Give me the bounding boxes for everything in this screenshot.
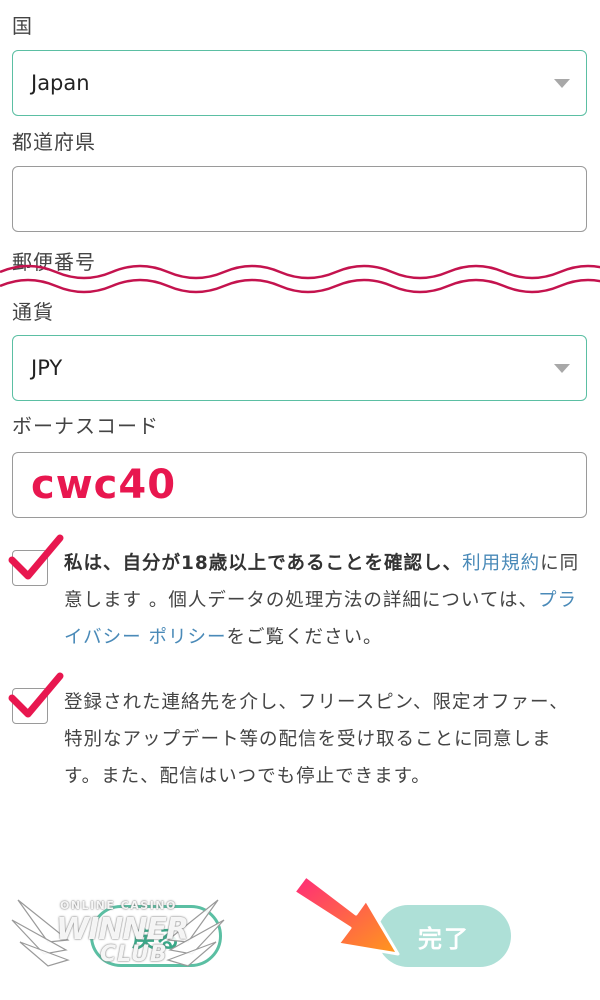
chevron-down-icon xyxy=(554,364,570,373)
age-consent-row: 私は、自分が18歳以上であることを確認し、利用規約に同意します 。個人データの処… xyxy=(8,534,587,660)
bonus-code-value: cwc40 xyxy=(31,462,177,508)
terms-link[interactable]: 利用規約 xyxy=(462,553,540,574)
bonus-code-label: ボーナスコード xyxy=(12,414,159,438)
age-consent-bold: 私は、自分が18歳以上であることを確認し、 xyxy=(64,553,463,574)
logo-top-text: ONLINE CASINO xyxy=(60,899,177,912)
bonus-code-input[interactable]: cwc40 xyxy=(12,452,587,518)
marketing-consent-text: 登録された連絡先を介し、フリースピン、限定オファー、特別なアップデート等の配信を… xyxy=(64,692,569,787)
chevron-down-icon xyxy=(554,79,570,88)
age-consent-text: 私は、自分が18歳以上であることを確認し、利用規約に同意します 。個人データの処… xyxy=(64,545,587,656)
currency-select[interactable]: JPY xyxy=(12,335,587,401)
currency-value: JPY xyxy=(31,356,63,380)
wave-divider-icon xyxy=(0,264,600,304)
prefecture-input[interactable] xyxy=(12,166,587,232)
country-label: 国 xyxy=(12,14,33,38)
country-select[interactable]: Japan xyxy=(12,50,587,116)
country-value: Japan xyxy=(31,71,90,95)
marketing-consent-row: 登録された連絡先を介し、フリースピン、限定オファー、特別なアップデート等の配信を… xyxy=(8,672,587,836)
logo-sub-text: CLUB xyxy=(100,942,168,967)
pointer-arrow-icon xyxy=(292,874,400,956)
age-consent-text-2: をご覧ください。 xyxy=(226,627,383,648)
checkmark-icon xyxy=(8,672,64,718)
prefecture-label: 都道府県 xyxy=(12,130,96,154)
currency-label: 通貨 xyxy=(12,300,54,324)
checkmark-icon xyxy=(8,534,64,580)
